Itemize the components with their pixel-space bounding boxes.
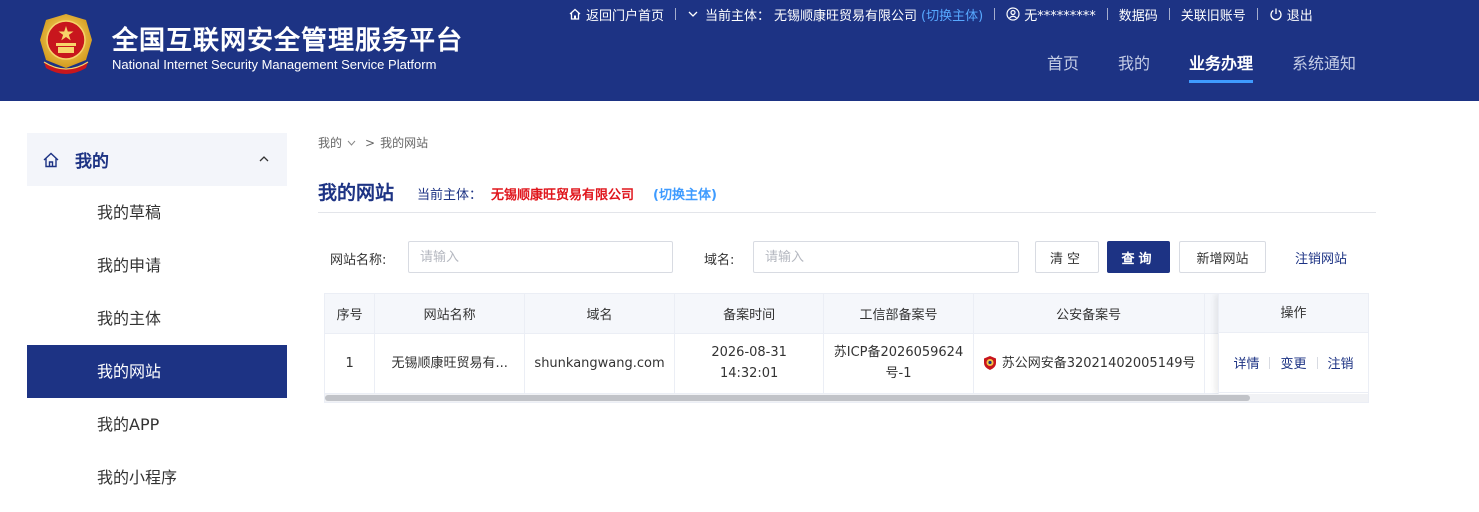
national-emblem-icon xyxy=(40,14,92,74)
site-header: 全国互联网安全管理服务平台 National Internet Security… xyxy=(0,0,1479,101)
sidebar-item-mini-programs[interactable]: 我的小程序 xyxy=(27,451,287,504)
chevron-down-icon xyxy=(688,11,698,17)
actions-column: 操作 详情 变更 注销 xyxy=(1218,294,1368,394)
home-icon xyxy=(43,152,59,167)
switch-subject-link[interactable]: (切换主体) xyxy=(921,5,983,24)
top-utility-bar: 返回门户首页 当前主体： 无锡顺康旺贸易有限公司 (切换主体) 无*******… xyxy=(568,5,1313,24)
site-name-label: 网站名称: xyxy=(330,253,387,268)
filter-bar: 网站名称: 域名: 清空 查询 新增网站 注销网站 xyxy=(0,241,1479,273)
nav-mine[interactable]: 我的 xyxy=(1118,50,1150,83)
column-header-miit-record: 工信部备案号 xyxy=(823,294,974,334)
domain-input[interactable] xyxy=(753,241,1019,273)
nav-notifications[interactable]: 系统通知 xyxy=(1292,50,1356,83)
sidebar-item-websites[interactable]: 我的网站 xyxy=(27,345,287,398)
data-code-link[interactable]: 数据码 xyxy=(1119,5,1158,24)
sidebar: 我的 我的草稿 我的申请 我的主体 我的网站 我的APP 我的小程序 xyxy=(27,133,287,504)
sidebar-group-mine[interactable]: 我的 xyxy=(27,133,287,186)
cell-record-time: 2026-08-31 14:32:01 xyxy=(674,333,825,394)
subject-label: 当前主体： xyxy=(417,188,483,203)
link-old-account-link[interactable]: 关联旧账号 xyxy=(1181,5,1246,24)
table-header-row: 序号 网站名称 域名 备案时间 工信部备案号 公安备案号 xyxy=(325,294,1368,334)
nav-business[interactable]: 业务办理 xyxy=(1189,50,1254,83)
column-header-record-time: 备案时间 xyxy=(674,294,825,334)
scrollbar-thumb[interactable] xyxy=(325,395,1250,401)
cancel-link[interactable]: 注销 xyxy=(1318,353,1364,372)
horizontal-scrollbar[interactable] xyxy=(325,394,1368,402)
sidebar-item-apps[interactable]: 我的APP xyxy=(27,398,287,451)
site-subtitle: National Internet Security Management Se… xyxy=(112,57,437,72)
breadcrumb: 我的 > 我的网站 xyxy=(318,134,428,151)
clear-button[interactable]: 清空 xyxy=(1035,241,1099,273)
detail-link[interactable]: 详情 xyxy=(1223,353,1269,372)
police-badge-icon xyxy=(983,356,996,370)
breadcrumb-separator: > xyxy=(365,135,376,150)
logout-link[interactable]: 退出 xyxy=(1269,5,1313,24)
site-title: 全国互联网安全管理服务平台 xyxy=(112,26,464,56)
column-header-index: 序号 xyxy=(325,294,376,334)
site-name-input[interactable] xyxy=(408,241,673,273)
switch-subject-link[interactable]: (切换主体) xyxy=(653,184,717,203)
subject-name: 无锡顺康旺贸易有限公司 xyxy=(491,188,635,203)
power-icon xyxy=(1270,8,1282,21)
chevron-up-icon xyxy=(259,156,269,162)
cell-miit-record: 苏ICP备2026059624号-1 xyxy=(823,333,974,394)
change-link[interactable]: 变更 xyxy=(1270,353,1316,372)
breadcrumb-parent[interactable]: 我的 xyxy=(318,134,342,151)
chevron-down-icon xyxy=(347,140,356,146)
sidebar-item-drafts[interactable]: 我的草稿 xyxy=(27,186,287,239)
actions-cell: 详情 变更 注销 xyxy=(1219,333,1368,393)
current-subject-name: 无锡顺康旺贸易有限公司 xyxy=(774,8,918,24)
cell-index: 1 xyxy=(325,333,376,394)
sidebar-item-subjects[interactable]: 我的主体 xyxy=(27,292,287,345)
cell-domain: shunkangwang.com xyxy=(524,333,676,394)
breadcrumb-current: 我的网站 xyxy=(380,136,429,150)
cell-police-record: 苏公网安备32021402005149号 xyxy=(973,333,1205,394)
domain-label: 域名: xyxy=(704,253,735,268)
portal-home-link[interactable]: 返回门户首页 xyxy=(568,5,664,24)
column-header-site-name: 网站名称 xyxy=(374,294,526,334)
column-header-actions: 操作 xyxy=(1219,294,1368,333)
cancel-website-button[interactable]: 注销网站 xyxy=(1281,241,1361,273)
query-button[interactable]: 查询 xyxy=(1107,241,1170,273)
current-subject-dropdown[interactable]: 当前主体： 无锡顺康旺贸易有限公司 (切换主体) xyxy=(687,5,983,24)
cell-site-name: 无锡顺康旺贸易有... xyxy=(374,333,526,394)
user-icon xyxy=(1006,7,1020,21)
table-row: 1 无锡顺康旺贸易有... shunkangwang.com 2026-08-3… xyxy=(325,333,1368,394)
page-header: 我的网站 当前主体： 无锡顺康旺贸易有限公司 (切换主体) xyxy=(318,178,1376,213)
website-table-grid: 序号 网站名称 域名 备案时间 工信部备案号 公安备案号 1 无锡顺康旺贸易有.… xyxy=(325,294,1368,394)
website-table: 序号 网站名称 域名 备案时间 工信部备案号 公安备案号 1 无锡顺康旺贸易有.… xyxy=(324,293,1369,403)
home-icon xyxy=(569,8,581,20)
user-account[interactable]: 无********* xyxy=(1006,5,1096,24)
column-header-domain: 域名 xyxy=(524,294,676,334)
page-title: 我的网站 xyxy=(318,182,395,204)
add-website-button[interactable]: 新增网站 xyxy=(1179,241,1266,273)
sidebar-group-title: 我的 xyxy=(75,152,109,172)
nav-home[interactable]: 首页 xyxy=(1047,50,1079,83)
column-header-police-record: 公安备案号 xyxy=(973,294,1205,334)
main-nav: 首页 我的 业务办理 系统通知 xyxy=(1047,50,1356,83)
